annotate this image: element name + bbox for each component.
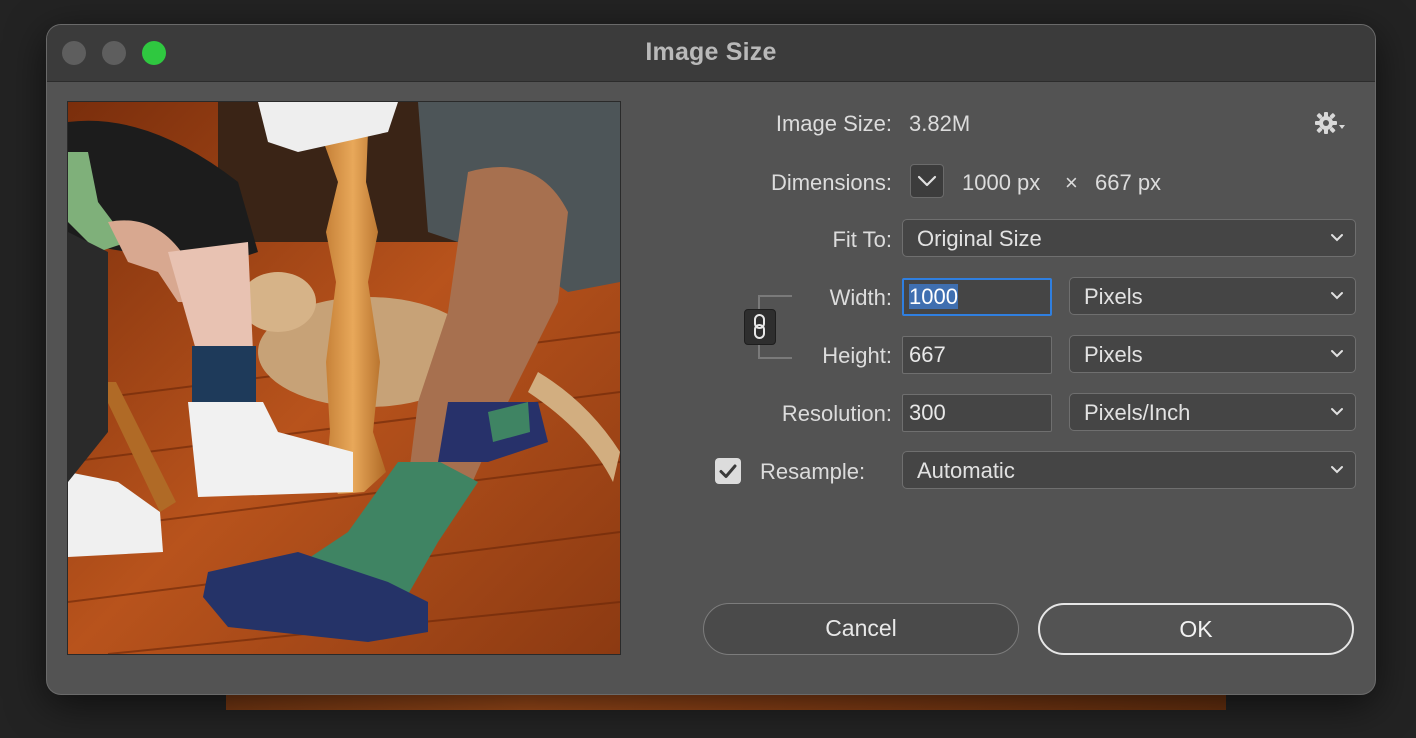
dimensions-units-button[interactable] — [910, 164, 944, 198]
height-unit-selected: Pixels — [1084, 342, 1143, 367]
fit-to-select[interactable]: Original Size — [902, 219, 1356, 257]
resample-label: Resample: — [760, 459, 866, 484]
height-label: Height: — [822, 343, 892, 368]
ok-button[interactable]: OK — [1038, 603, 1354, 655]
chevron-down-icon — [1331, 408, 1343, 416]
width-label: Width: — [829, 285, 892, 310]
height-input-value: 667 — [909, 342, 946, 367]
chevron-down-icon — [1331, 350, 1343, 358]
chevron-down-icon — [1331, 292, 1343, 300]
resolution-input-value: 300 — [909, 400, 946, 425]
resolution-input[interactable]: 300 — [902, 394, 1052, 432]
resample-selected: Automatic — [917, 458, 1015, 483]
resolution-unit-select[interactable]: Pixels/Inch — [1069, 393, 1356, 431]
width-unit-selected: Pixels — [1084, 284, 1143, 309]
resample-select[interactable]: Automatic — [902, 451, 1356, 489]
gear-icon[interactable] — [1315, 111, 1349, 137]
image-size-value: 3.82M — [909, 111, 971, 136]
title-bar: Image Size — [47, 25, 1375, 82]
image-preview[interactable] — [67, 101, 621, 655]
cancel-button[interactable]: Cancel — [703, 603, 1019, 655]
height-unit-select[interactable]: Pixels — [1069, 335, 1356, 373]
dimensions-label: Dimensions: — [770, 170, 892, 195]
width-unit-select[interactable]: Pixels — [1069, 277, 1356, 315]
resolution-label: Resolution: — [781, 401, 892, 426]
fit-to-selected: Original Size — [917, 226, 1042, 251]
preview-photo — [68, 102, 620, 654]
dimensions-width-value: 1000 px — [962, 170, 1041, 195]
check-icon — [719, 464, 737, 478]
fit-to-label: Fit To: — [832, 227, 892, 252]
dialog-title: Image Size — [645, 38, 777, 66]
image-size-dialog: Image Size Image Size: 3.82M Dimensions:… — [47, 25, 1375, 694]
resolution-unit-selected: Pixels/Inch — [1084, 400, 1191, 425]
resample-checkbox[interactable] — [715, 458, 741, 484]
dimensions-times: × — [1065, 170, 1078, 195]
chevron-down-icon — [1331, 466, 1343, 474]
width-input[interactable]: 1000 — [902, 278, 1052, 316]
chevron-down-icon — [917, 175, 937, 187]
height-input[interactable]: 667 — [902, 336, 1052, 374]
chain-link-icon — [754, 314, 765, 339]
dimensions-height-value: 667 px — [1095, 170, 1162, 195]
width-input-value: 1000 — [909, 284, 958, 309]
chevron-down-icon — [1331, 234, 1343, 242]
image-size-label: Image Size: — [775, 111, 892, 136]
constrain-proportions-button[interactable] — [744, 309, 776, 345]
